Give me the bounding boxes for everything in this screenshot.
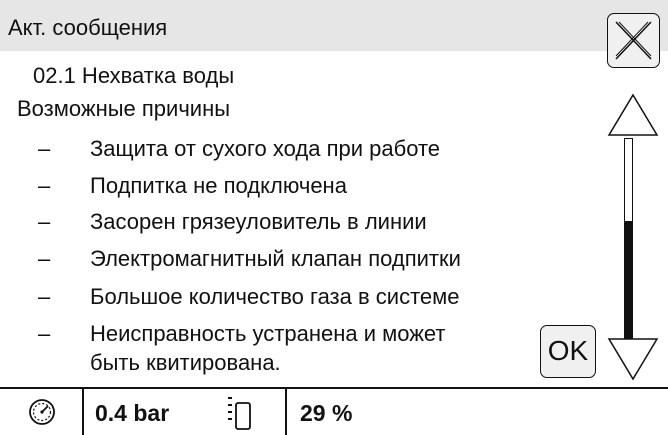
cause-item-continuation: быть квитирована. xyxy=(90,350,281,375)
cause-item: Неисправность устранена и может xyxy=(90,321,446,346)
list-bullet: – xyxy=(38,209,51,234)
window-title: Акт. сообщения xyxy=(8,15,168,40)
tank-level-icon xyxy=(228,397,251,430)
scrollbar-track[interactable] xyxy=(624,138,633,346)
status-divider xyxy=(285,389,287,435)
status-bar: 0.4 bar 29 % xyxy=(0,387,668,435)
list-bullet: – xyxy=(38,173,51,198)
cause-item: Большое количество газа в системе xyxy=(90,284,460,309)
triangle-down-icon[interactable] xyxy=(607,337,659,381)
ok-button[interactable]: OK xyxy=(540,325,596,378)
list-bullet: – xyxy=(38,246,51,271)
status-divider xyxy=(82,389,84,435)
triangle-up-icon[interactable] xyxy=(607,93,659,137)
cause-item: Электромагнитный клапан подпитки xyxy=(90,246,461,271)
cause-item: Защита от сухого хода при работе xyxy=(90,136,441,161)
level-value: 29 % xyxy=(300,400,353,426)
list-bullet: – xyxy=(38,136,51,161)
cause-item: Подпитка не подключена xyxy=(90,173,347,198)
title-bar: Акт. сообщения xyxy=(0,0,668,51)
causes-heading: Возможные причины xyxy=(17,96,231,121)
cause-item: Засорен грязеуловитель в линии xyxy=(90,209,427,234)
scrollbar-thumb[interactable] xyxy=(625,221,632,345)
message-code-title: 02.1 Нехватка воды xyxy=(33,63,235,88)
close-x-icon xyxy=(615,21,652,60)
list-bullet: – xyxy=(38,284,51,309)
pressure-value: 0.4 bar xyxy=(95,400,170,426)
close-button[interactable] xyxy=(607,13,660,68)
pressure-gauge-icon xyxy=(29,399,55,425)
list-bullet: – xyxy=(38,321,51,346)
